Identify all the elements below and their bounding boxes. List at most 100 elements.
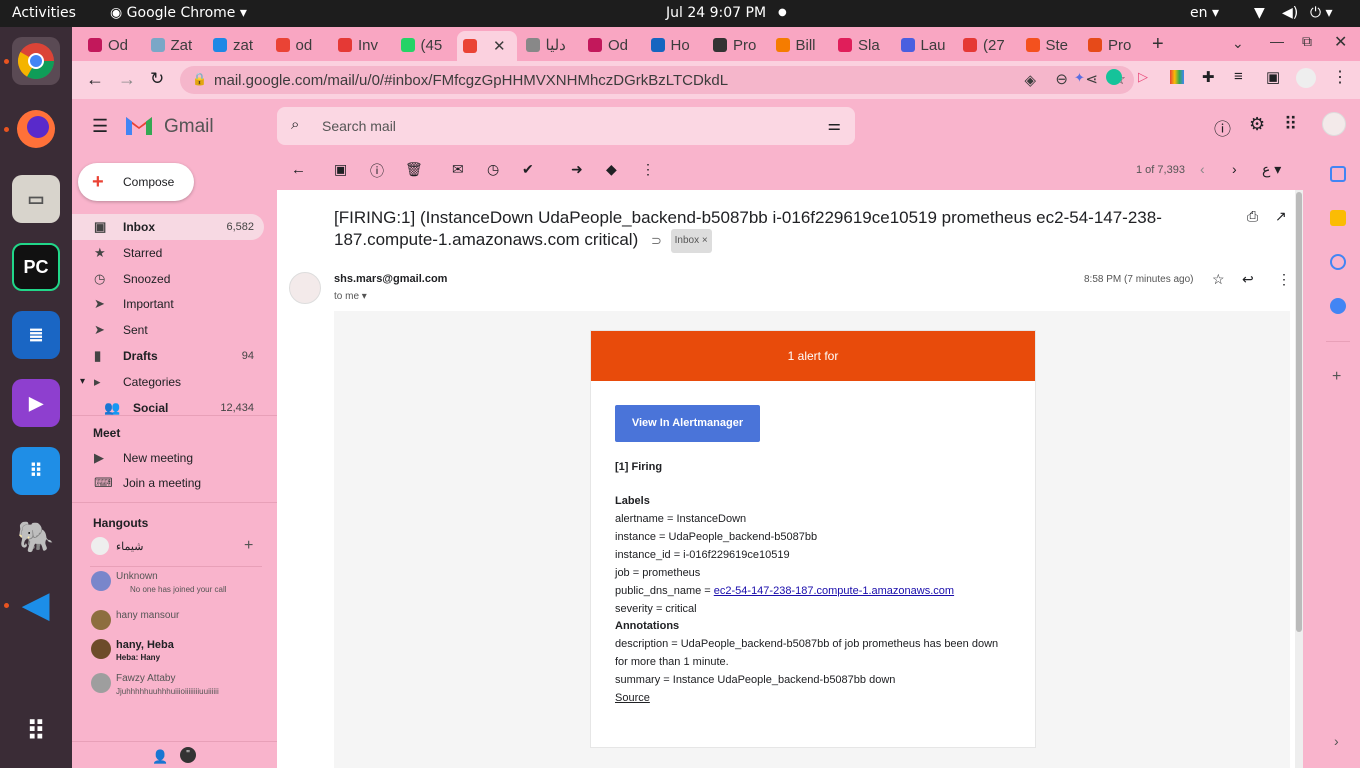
mark-unread-icon[interactable]: ✉ — [452, 161, 464, 178]
hide-side-panel-icon[interactable]: › — [1334, 733, 1339, 749]
view-alertmanager-button[interactable]: View In Alertmanager — [615, 405, 760, 442]
browser-tab[interactable]: zat — [207, 31, 267, 59]
scrollbar-thumb[interactable] — [1296, 192, 1302, 632]
power-icon[interactable]: ⏻ ▾ — [1310, 5, 1333, 21]
compose-button[interactable]: + Compose — [78, 163, 194, 201]
dns-link[interactable]: ec2-54-147-238-187.compute-1.amazonaws.c… — [714, 585, 954, 597]
zoom-icon[interactable]: ⊖ — [1055, 70, 1068, 88]
extension-feather-icon[interactable]: ✦ — [1074, 70, 1085, 86]
chrome-icon[interactable] — [12, 37, 60, 85]
important-marker-icon[interactable]: ⊃ — [651, 233, 662, 248]
firefox-icon[interactable] — [12, 105, 60, 153]
share-icon[interactable]: ⋖ — [1085, 70, 1098, 88]
reload-icon[interactable]: ↻ — [150, 69, 164, 89]
browser-tab[interactable]: od — [270, 31, 330, 59]
delete-icon[interactable]: 🗑 — [405, 161, 423, 178]
gmail-logo-icon[interactable] — [124, 113, 154, 140]
media-player-icon[interactable]: ▶ — [12, 379, 60, 427]
sidebar-item-important[interactable]: ➤ Important — [72, 291, 264, 317]
sidebar-item-inbox[interactable]: ▣ Inbox 6,582 — [72, 214, 264, 240]
browser-tab[interactable]: Od — [82, 31, 142, 59]
apps-grid-icon[interactable]: ⠿ — [1284, 114, 1297, 135]
sidebar-item-categories[interactable]: ▸ Categories ▾ — [72, 369, 264, 395]
back-to-inbox-icon[interactable]: ← — [291, 161, 306, 178]
reply-icon[interactable]: ↩ — [1242, 271, 1254, 288]
add-task-icon[interactable]: ✔ — [522, 161, 534, 178]
extension-colors-icon[interactable] — [1170, 70, 1184, 84]
postgres-icon[interactable]: 🐘 — [12, 513, 60, 561]
close-tab-icon[interactable]: ✕ — [493, 37, 506, 55]
show-apps-icon[interactable]: ⠿ — [12, 707, 60, 755]
omnibox[interactable]: 🔒 mail.google.com/mail/u/0/#inbox/FMfcgz… — [180, 66, 1134, 94]
recipient-details[interactable]: to me ▾ — [334, 291, 367, 302]
keep-icon[interactable] — [1330, 210, 1346, 226]
tasks-icon[interactable] — [1330, 254, 1346, 270]
browser-tab[interactable]: (45 — [395, 31, 455, 59]
browser-tab[interactable]: Sla — [832, 31, 892, 59]
side-panel-icon[interactable]: ▣ — [1266, 68, 1280, 86]
browser-tab[interactable]: Od — [582, 31, 642, 59]
older-icon[interactable]: › — [1232, 161, 1237, 177]
sidebar-item-snoozed[interactable]: ◷ Snoozed — [72, 266, 264, 292]
sender-email[interactable]: shs.mars@gmail.com — [334, 273, 447, 285]
profile-avatar[interactable] — [1296, 68, 1316, 88]
media-control-icon[interactable]: ≡ — [1234, 68, 1243, 85]
move-to-icon[interactable]: ➜ — [571, 161, 583, 178]
search-icon[interactable]: ⌕ — [291, 116, 299, 133]
vscode-icon[interactable]: ◀ — [12, 581, 60, 629]
calendar-icon[interactable] — [1330, 166, 1346, 182]
browser-tab[interactable]: Pro — [707, 31, 767, 59]
label-icon[interactable]: ◆ — [606, 161, 617, 178]
sidebar-item-starred[interactable]: ★ Starred — [72, 240, 264, 266]
contacts-person-icon[interactable]: 👤 — [152, 749, 168, 765]
inbox-label-chip[interactable]: Inbox × — [670, 229, 712, 253]
files-icon[interactable]: ▭ — [12, 175, 60, 223]
new-conversation-icon[interactable]: + — [244, 537, 253, 555]
browser-tab[interactable]: Ho — [645, 31, 705, 59]
browser-tab[interactable]: Bill — [770, 31, 830, 59]
report-spam-icon[interactable]: ⓘ — [370, 161, 384, 181]
hangouts-contact[interactable]: hany, Heba Heba: Hany — [72, 637, 277, 669]
grammarly-icon[interactable] — [1106, 69, 1122, 85]
more-options-icon[interactable]: ⋮ — [641, 161, 655, 178]
browser-tab[interactable]: ✕ — [457, 31, 517, 61]
sender-avatar[interactable] — [289, 272, 321, 304]
search-input[interactable]: Search mail — [322, 118, 396, 134]
volume-icon[interactable]: ◀) — [1282, 5, 1298, 21]
settings-gear-icon[interactable]: ⚙ — [1249, 114, 1265, 135]
hangouts-self-name[interactable]: شيماء — [116, 540, 143, 553]
forward-icon[interactable]: → — [118, 69, 136, 90]
main-menu-icon[interactable]: ☰ — [92, 116, 108, 137]
back-icon[interactable]: ← — [86, 69, 104, 90]
pycharm-icon[interactable]: PC — [12, 243, 60, 291]
tracking-icon[interactable]: ◈ — [1024, 71, 1036, 89]
open-new-window-icon[interactable]: ↗ — [1275, 208, 1287, 225]
hangouts-contact[interactable]: Fawzy Attaby Jjuhhhhhuuhhhuiiioiiiiiiiiuu… — [72, 671, 277, 703]
browser-tab[interactable]: Pro — [1082, 31, 1142, 59]
hangouts-contact[interactable]: hany mansour — [72, 608, 277, 640]
browser-tab[interactable]: Inv — [332, 31, 392, 59]
minimize-icon[interactable]: — — [1270, 33, 1284, 49]
hangouts-chat-icon[interactable]: " — [180, 747, 196, 763]
source-link[interactable]: Source — [615, 692, 650, 704]
new-tab-icon[interactable]: + — [1152, 33, 1164, 56]
extensions-puzzle-icon[interactable]: ✚ — [1202, 68, 1215, 86]
hangouts-self-avatar[interactable] — [91, 537, 109, 555]
sidebar-item-sent[interactable]: ➤ Sent — [72, 317, 264, 343]
search-bar[interactable]: ⌕ Search mail ⚌ — [277, 107, 855, 145]
print-icon[interactable]: ⎙ — [1247, 208, 1258, 225]
browser-tab[interactable]: (27 — [957, 31, 1017, 59]
chrome-menu-icon[interactable]: ⋮ — [1332, 67, 1348, 87]
categories-collapse-icon[interactable]: ▾ — [80, 376, 85, 387]
libreoffice-writer-icon[interactable]: ≣ — [12, 311, 60, 359]
hangouts-contact[interactable]: Unknown No one has joined your call — [72, 569, 277, 601]
browser-tab[interactable]: Lau — [895, 31, 955, 59]
message-more-icon[interactable]: ⋮ — [1277, 271, 1291, 288]
sidebar-item-social[interactable]: 👥 Social 12,434 — [72, 395, 264, 421]
snooze-icon[interactable]: ◷ — [487, 161, 499, 178]
newer-icon[interactable]: ‹ — [1200, 161, 1205, 177]
system-clock[interactable]: Jul 24 9:07 PM — [666, 5, 766, 21]
browser-tab[interactable]: دليا — [520, 31, 580, 59]
maximize-icon[interactable]: ⧉ — [1302, 33, 1312, 50]
browser-tab[interactable]: Ste — [1020, 31, 1080, 59]
